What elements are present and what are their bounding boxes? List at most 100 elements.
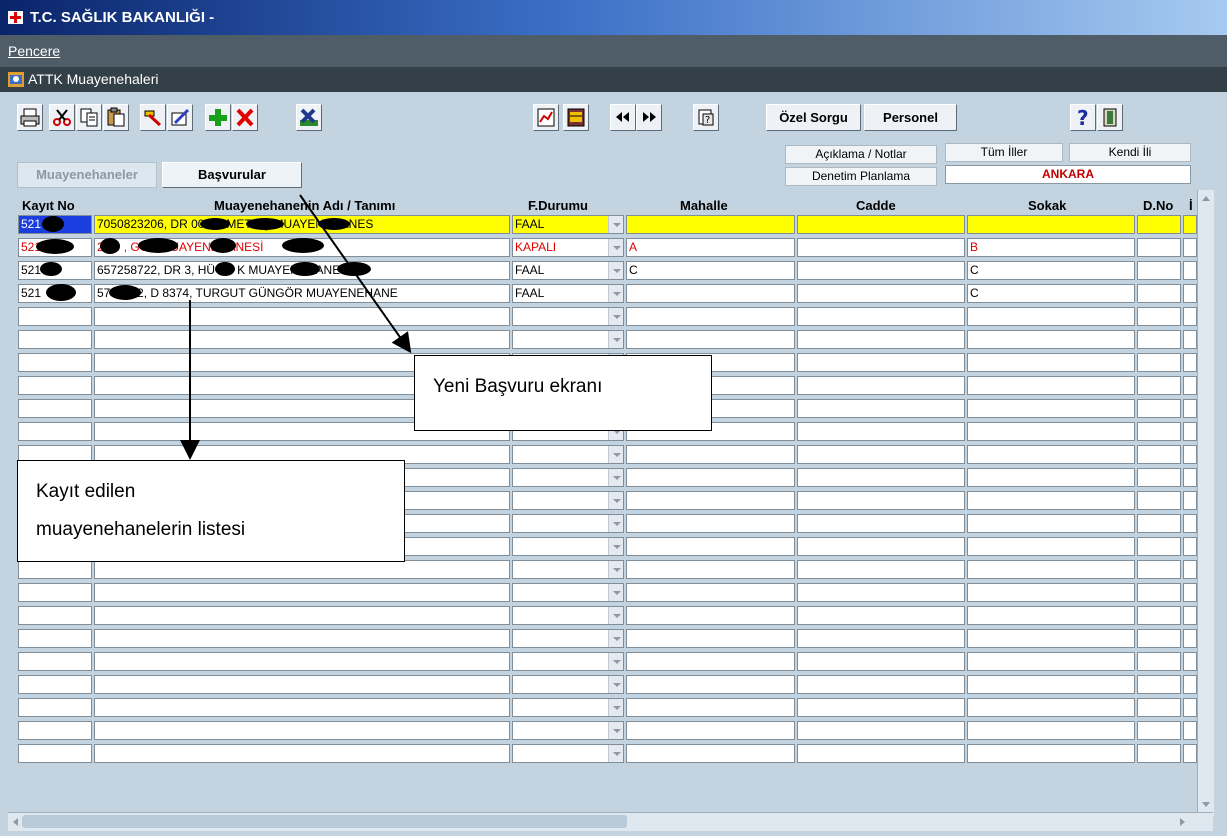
chevron-down-icon[interactable]	[608, 331, 623, 348]
cell-sokak[interactable]: B	[967, 238, 1135, 257]
empty-cell[interactable]	[626, 537, 795, 556]
cell-adi[interactable]: 57 60 82, D 8374, TURGUT GÜNGÖR MUAYENEH…	[94, 284, 510, 303]
empty-cell[interactable]	[1137, 675, 1181, 694]
empty-cell[interactable]	[1183, 307, 1197, 326]
empty-cell[interactable]	[1183, 537, 1197, 556]
empty-cell[interactable]	[1183, 514, 1197, 533]
chevron-down-icon[interactable]	[608, 308, 623, 325]
empty-cell[interactable]	[1183, 560, 1197, 579]
empty-cell[interactable]	[18, 353, 92, 372]
chevron-down-icon[interactable]	[608, 492, 623, 509]
empty-cell[interactable]	[797, 606, 965, 625]
cell-sokak[interactable]: C	[967, 261, 1135, 280]
empty-cell[interactable]	[797, 744, 965, 763]
empty-cell[interactable]	[797, 560, 965, 579]
chevron-down-icon[interactable]	[608, 285, 623, 302]
empty-cell[interactable]	[1183, 675, 1197, 694]
empty-cell[interactable]	[797, 698, 965, 717]
empty-cell[interactable]	[1183, 606, 1197, 625]
empty-cell[interactable]	[626, 606, 795, 625]
empty-cell[interactable]	[626, 744, 795, 763]
empty-cell[interactable]	[1183, 744, 1197, 763]
cell-sokak[interactable]: C	[967, 284, 1135, 303]
empty-cell[interactable]	[967, 399, 1135, 418]
empty-cell[interactable]	[18, 307, 92, 326]
empty-cell[interactable]	[18, 629, 92, 648]
empty-cell[interactable]	[1183, 353, 1197, 372]
help-button[interactable]: ?	[1070, 104, 1096, 131]
empty-cell[interactable]	[1183, 583, 1197, 602]
empty-cell[interactable]	[18, 376, 92, 395]
edit-button[interactable]	[140, 104, 166, 131]
next-button[interactable]	[636, 104, 662, 131]
cell-extra[interactable]	[1183, 261, 1197, 280]
empty-cell[interactable]	[626, 330, 795, 349]
cell-mahalle[interactable]: C	[626, 261, 795, 280]
empty-cell[interactable]	[1183, 698, 1197, 717]
cell-dno[interactable]	[1137, 238, 1181, 257]
cut-button[interactable]	[49, 104, 75, 131]
empty-cell[interactable]	[797, 399, 965, 418]
empty-cell[interactable]	[797, 330, 965, 349]
empty-cell[interactable]	[967, 744, 1135, 763]
empty-cell[interactable]	[1137, 606, 1181, 625]
empty-cell[interactable]	[1183, 491, 1197, 510]
cell-cadde[interactable]	[797, 215, 965, 234]
empty-cell[interactable]	[797, 307, 965, 326]
empty-cell[interactable]	[626, 307, 795, 326]
empty-cell[interactable]	[967, 307, 1135, 326]
empty-cell[interactable]	[1183, 652, 1197, 671]
cell-dno[interactable]	[1137, 284, 1181, 303]
empty-cell[interactable]	[1183, 376, 1197, 395]
empty-cell[interactable]	[626, 491, 795, 510]
empty-cell[interactable]	[18, 330, 92, 349]
chevron-down-icon[interactable]	[608, 469, 623, 486]
tum-iller-button[interactable]: Tüm İller	[945, 143, 1063, 162]
ozel-sorgu-button[interactable]: Özel Sorgu	[766, 104, 861, 131]
cell-extra[interactable]	[1183, 284, 1197, 303]
empty-cell[interactable]	[797, 652, 965, 671]
empty-cell[interactable]	[1137, 330, 1181, 349]
empty-cell[interactable]	[626, 560, 795, 579]
empty-cell[interactable]	[967, 514, 1135, 533]
query-button[interactable]: ?	[693, 104, 719, 131]
empty-cell[interactable]	[94, 606, 510, 625]
empty-cell[interactable]	[967, 468, 1135, 487]
chevron-down-icon[interactable]	[608, 722, 623, 739]
empty-cell[interactable]	[94, 560, 510, 579]
previous-button[interactable]	[610, 104, 636, 131]
empty-cell[interactable]	[967, 721, 1135, 740]
horizontal-scroll-thumb[interactable]	[22, 815, 627, 828]
empty-cell[interactable]	[94, 307, 510, 326]
empty-cell[interactable]	[1137, 560, 1181, 579]
exit-button[interactable]	[1097, 104, 1123, 131]
empty-cell[interactable]	[1183, 422, 1197, 441]
empty-cell[interactable]	[626, 468, 795, 487]
horizontal-scrollbar[interactable]	[8, 812, 1213, 831]
chevron-down-icon[interactable]	[608, 699, 623, 716]
chevron-down-icon[interactable]	[608, 584, 623, 601]
empty-cell[interactable]	[967, 376, 1135, 395]
chevron-down-icon[interactable]	[608, 239, 623, 256]
aciklama-notlar-button[interactable]: Açıklama / Notlar	[785, 145, 937, 164]
chevron-down-icon[interactable]	[608, 262, 623, 279]
tab-muayenehaneler[interactable]: Muayenehaneler	[17, 162, 157, 188]
cell-extra[interactable]	[1183, 215, 1197, 234]
kendi-ili-button[interactable]: Kendi İli	[1069, 143, 1191, 162]
chevron-down-icon[interactable]	[608, 607, 623, 624]
empty-cell[interactable]	[967, 629, 1135, 648]
empty-cell[interactable]	[797, 445, 965, 464]
empty-cell[interactable]	[797, 491, 965, 510]
cell-cadde[interactable]	[797, 238, 965, 257]
empty-cell[interactable]	[967, 537, 1135, 556]
empty-cell[interactable]	[626, 514, 795, 533]
empty-cell[interactable]	[626, 652, 795, 671]
empty-cell[interactable]	[967, 422, 1135, 441]
write-button[interactable]	[167, 104, 193, 131]
empty-cell[interactable]	[18, 399, 92, 418]
add-record-button[interactable]	[205, 104, 231, 131]
cell-cadde[interactable]	[797, 284, 965, 303]
empty-cell[interactable]	[1183, 721, 1197, 740]
cell-mahalle[interactable]	[626, 215, 795, 234]
empty-cell[interactable]	[1137, 491, 1181, 510]
